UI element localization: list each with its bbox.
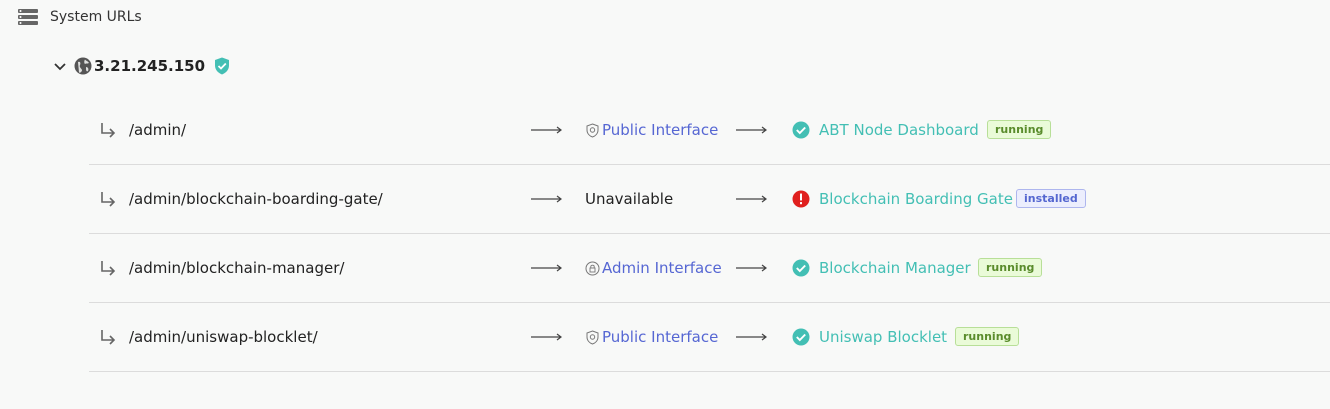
subdirectory-arrow-icon xyxy=(99,303,119,371)
status-badge: running xyxy=(978,258,1043,277)
check-circle-icon xyxy=(792,303,810,371)
app-name-link[interactable]: Blockchain Boarding Gate xyxy=(819,165,1013,233)
interface-status: Unavailable xyxy=(585,165,673,233)
route-path: /admin/blockchain-boarding-gate/ xyxy=(129,190,383,208)
domain-host: 3.21.245.150 xyxy=(94,57,206,75)
long-arrow-icon xyxy=(736,165,768,233)
globe-icon xyxy=(74,57,92,75)
section-header: System URLs xyxy=(18,6,142,28)
interface-link[interactable]: Admin Interface xyxy=(585,234,722,302)
app-name-link[interactable]: Uniswap Blocklet xyxy=(819,303,947,371)
long-arrow-icon xyxy=(531,234,563,302)
route-row: /admin/uniswap-blocklet/ Public Interfac… xyxy=(89,303,1330,372)
status-badge: running xyxy=(955,327,1020,346)
route-path: /admin/blockchain-manager/ xyxy=(129,259,345,277)
check-circle-icon xyxy=(792,234,810,302)
interface-label: Admin Interface xyxy=(602,259,722,277)
long-arrow-icon xyxy=(531,165,563,233)
server-list-icon xyxy=(18,9,38,25)
interface-label: Public Interface xyxy=(602,121,719,139)
route-row: /admin/ Public Interface ABT Node Dashbo… xyxy=(89,96,1330,165)
chevron-down-icon[interactable] xyxy=(52,58,68,74)
long-arrow-icon xyxy=(531,303,563,371)
long-arrow-icon xyxy=(736,234,768,302)
subdirectory-arrow-icon xyxy=(99,96,119,164)
status-badge: installed xyxy=(1016,189,1086,208)
subdirectory-arrow-icon xyxy=(99,165,119,233)
long-arrow-icon xyxy=(736,96,768,164)
check-circle-icon xyxy=(792,96,810,164)
route-row: /admin/blockchain-boarding-gate/ Unavail… xyxy=(89,165,1330,234)
admin-lock-icon xyxy=(585,261,600,276)
status-badge: running xyxy=(987,120,1052,139)
error-circle-icon xyxy=(792,165,810,233)
route-list: /admin/ Public Interface ABT Node Dashbo… xyxy=(89,96,1330,372)
long-arrow-icon xyxy=(531,96,563,164)
route-path: /admin/uniswap-blocklet/ xyxy=(129,328,318,346)
app-name-link[interactable]: ABT Node Dashboard xyxy=(819,96,979,164)
domain-header: 3.21.245.150 xyxy=(52,54,231,78)
public-shield-icon xyxy=(585,122,600,138)
long-arrow-icon xyxy=(736,303,768,371)
subdirectory-arrow-icon xyxy=(99,234,119,302)
public-shield-icon xyxy=(585,329,600,345)
interface-label: Public Interface xyxy=(602,328,719,346)
app-name-link[interactable]: Blockchain Manager xyxy=(819,234,971,302)
interface-link[interactable]: Public Interface xyxy=(585,303,718,371)
section-title: System URLs xyxy=(50,9,142,25)
route-row: /admin/blockchain-manager/ Admin Interfa… xyxy=(89,234,1330,303)
interface-link[interactable]: Public Interface xyxy=(585,96,718,164)
route-path: /admin/ xyxy=(129,121,187,139)
interface-label: Unavailable xyxy=(585,190,674,208)
verified-shield-icon xyxy=(213,57,231,75)
